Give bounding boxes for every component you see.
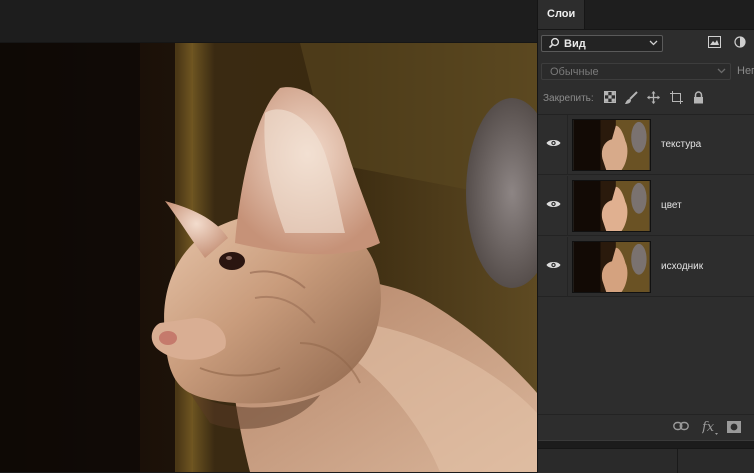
visibility-eye-icon[interactable] [546,199,561,209]
lock-all-icon[interactable] [693,91,704,104]
lock-pixels-brush-icon[interactable] [625,91,638,105]
chevron-down-icon [717,68,726,74]
blend-mode-select[interactable]: Обычные [541,63,731,80]
document-canvas-area[interactable] [0,0,537,472]
filter-adjustment-layers-icon[interactable] [734,36,746,48]
layer-filter-select[interactable]: Вид [541,35,663,52]
sphynx-cat-photo[interactable] [0,43,537,472]
blend-mode-label: Обычные [550,66,599,78]
layer-row-separator [567,237,568,297]
visibility-eye-icon[interactable] [546,260,561,270]
link-layers-icon[interactable] [673,421,689,431]
chevron-down-icon [649,40,658,46]
layer-name: цвет [661,200,682,211]
tab-layers[interactable]: Слои [538,0,586,29]
layer-name: текстура [661,139,702,150]
add-mask-icon[interactable] [727,421,741,433]
layer-row-separator [567,115,568,175]
filter-pixel-layers-icon[interactable] [708,36,721,48]
layer-row-iskhodnik[interactable]: исходник [538,237,754,297]
lock-transparency-icon[interactable] [604,91,616,103]
lock-label: Закрепить: [543,93,594,104]
panel-divider [677,449,678,473]
layers-list: текстура цвет исходник [538,114,754,415]
layer-thumbnail [572,180,651,232]
layer-thumbnail [572,241,651,293]
layers-bottom-toolbar: fx [538,414,754,441]
lock-artboard-icon[interactable] [670,91,683,104]
document-tab-bar [0,0,537,43]
layer-filter-label: Вид [564,38,586,50]
visibility-eye-icon[interactable] [546,138,561,148]
lower-panel-strip [538,448,754,473]
svg-text:fx: fx [702,420,715,435]
layers-panel: Слои Вид Обычные Непрозрачность [537,0,754,473]
layer-row-tsvet[interactable]: цвет [538,176,754,236]
panel-tab-bar: Слои [538,0,754,30]
layer-name: исходник [661,261,704,272]
opacity-label: Непрозрачность [737,65,754,77]
layer-row-tekstura[interactable]: текстура [538,115,754,175]
search-icon [548,37,560,49]
layer-row-separator [567,176,568,236]
fx-icon[interactable]: fx [702,419,718,435]
layer-thumbnail [572,119,651,171]
lock-position-move-icon[interactable] [647,91,660,104]
